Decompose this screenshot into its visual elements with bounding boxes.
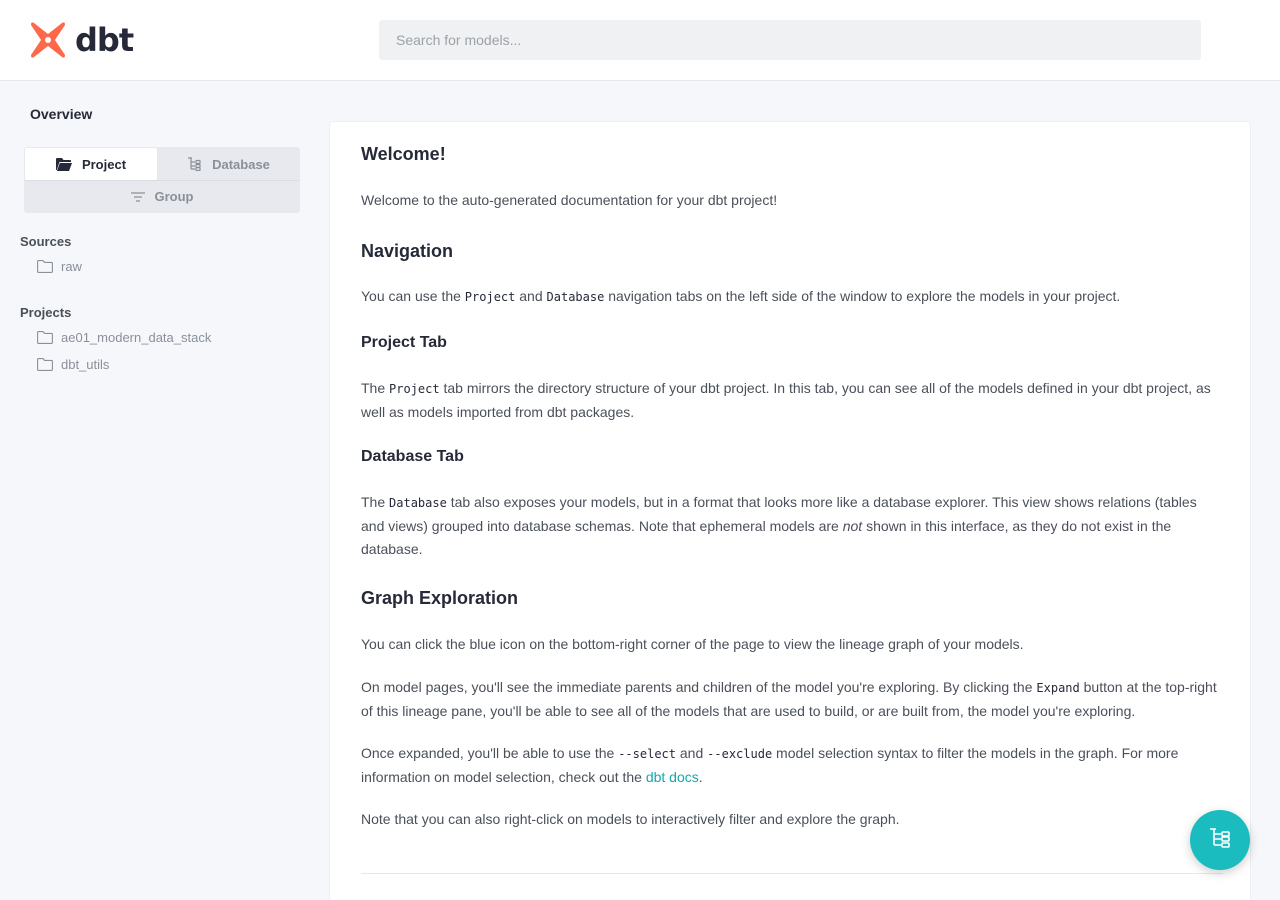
graph-exploration-heading: Graph Exploration bbox=[361, 588, 519, 608]
logo-text: dbt bbox=[75, 21, 134, 59]
welcome-heading: Welcome! bbox=[361, 144, 446, 164]
graph-text-2: On model pages, you'll see the immediate… bbox=[361, 679, 1217, 719]
project-tab-heading: Project Tab bbox=[361, 334, 447, 351]
folder-icon bbox=[37, 331, 53, 344]
navigation-text: You can use the Project and Database nav… bbox=[361, 288, 1121, 304]
tab-project[interactable]: Project bbox=[25, 148, 157, 180]
tab-database-label: Database bbox=[212, 156, 270, 172]
project-tab-text: The Project tab mirrors the directory st… bbox=[361, 380, 1211, 420]
tab-database[interactable]: Database bbox=[158, 148, 299, 180]
dbt-logo[interactable]: dbt bbox=[29, 20, 134, 60]
tab-group[interactable]: Group bbox=[25, 180, 299, 212]
tree-item-raw[interactable]: raw bbox=[37, 259, 82, 274]
graph-text-3: Once expanded, you'll be able to use the… bbox=[361, 745, 1179, 785]
tree-item-label: dbt_utils bbox=[61, 357, 110, 372]
welcome-text: Welcome to the auto-generated documentat… bbox=[361, 192, 778, 208]
nav-tabs: Project Database Group bbox=[24, 147, 300, 213]
database-tab-heading: Database Tab bbox=[361, 448, 464, 465]
graph-text-1: You can click the blue icon on the botto… bbox=[361, 636, 1024, 652]
lineage-graph-button[interactable] bbox=[1190, 810, 1250, 870]
folder-icon bbox=[37, 358, 53, 371]
tree-item-dbt-utils[interactable]: dbt_utils bbox=[37, 357, 109, 372]
tab-project-label: Project bbox=[81, 156, 127, 172]
graph-text-4: Note that you can also right-click on mo… bbox=[361, 811, 900, 827]
navigation-heading: Navigation bbox=[361, 241, 454, 261]
projects-heading: Projects bbox=[20, 305, 72, 320]
filter-lines-icon bbox=[130, 191, 145, 202]
tree-item-ae01-modern-data-stack[interactable]: ae01_modern_data_stack bbox=[37, 330, 211, 345]
lineage-graph-icon bbox=[1208, 826, 1232, 855]
overview-link[interactable]: Overview bbox=[30, 106, 92, 122]
sources-heading: Sources bbox=[20, 234, 72, 249]
tree-item-label: raw bbox=[61, 259, 82, 274]
divider bbox=[361, 873, 1223, 874]
tab-group-label: Group bbox=[154, 189, 194, 204]
sidebar: Overview Project Database Group Sources … bbox=[0, 81, 310, 900]
tree-item-label: ae01_modern_data_stack bbox=[61, 330, 212, 345]
dbt-logo-icon bbox=[29, 21, 67, 59]
folder-icon bbox=[37, 260, 53, 273]
content-card: Welcome! Welcome to the auto-generated d… bbox=[329, 121, 1251, 900]
database-tab-text: The Database tab also exposes your model… bbox=[361, 494, 1197, 557]
tree-icon bbox=[187, 157, 202, 171]
dbt-docs-link[interactable]: dbt docs bbox=[646, 769, 699, 785]
top-bar: dbt bbox=[0, 0, 1280, 81]
search-input[interactable] bbox=[379, 20, 1201, 60]
folder-open-icon bbox=[55, 157, 72, 171]
